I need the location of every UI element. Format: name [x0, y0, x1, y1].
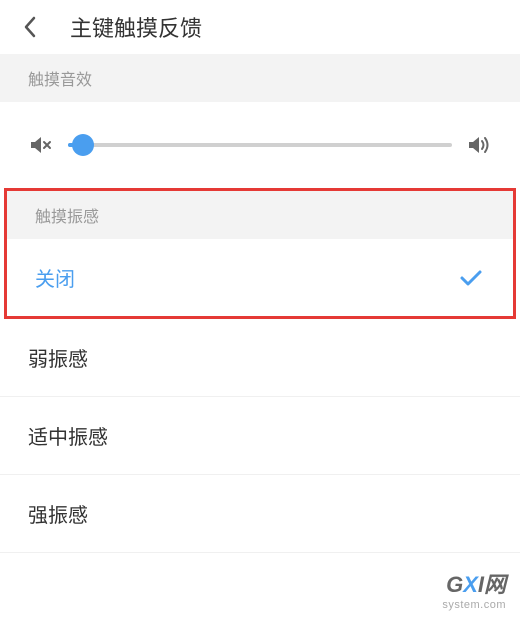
- highlighted-vibration-section: 触摸振感 关闭: [4, 188, 516, 319]
- watermark-main: GXI网: [446, 567, 506, 599]
- watermark: GXI网 system.com: [442, 567, 506, 611]
- vibration-option-medium[interactable]: 适中振感: [0, 397, 520, 475]
- back-icon[interactable]: [18, 15, 42, 39]
- volume-icon: [466, 132, 492, 158]
- check-icon: [457, 264, 485, 292]
- vibration-option-weak[interactable]: 弱振感: [0, 319, 520, 397]
- mute-icon: [28, 132, 54, 158]
- section-header-vibration: 触摸振感: [7, 191, 513, 239]
- slider-thumb[interactable]: [72, 134, 94, 156]
- option-label: 弱振感: [28, 343, 88, 372]
- page-title: 主键触摸反馈: [70, 11, 202, 43]
- vibration-option-strong[interactable]: 强振感: [0, 475, 520, 553]
- volume-slider-section: [0, 102, 520, 188]
- section-header-sound: 触摸音效: [0, 54, 520, 102]
- volume-slider[interactable]: [68, 143, 452, 147]
- option-label: 关闭: [35, 263, 75, 292]
- vibration-option-off[interactable]: 关闭: [7, 239, 513, 316]
- header: 主键触摸反馈: [0, 0, 520, 54]
- option-label: 强振感: [28, 499, 88, 528]
- option-label: 适中振感: [28, 421, 108, 450]
- watermark-sub: system.com: [442, 599, 506, 611]
